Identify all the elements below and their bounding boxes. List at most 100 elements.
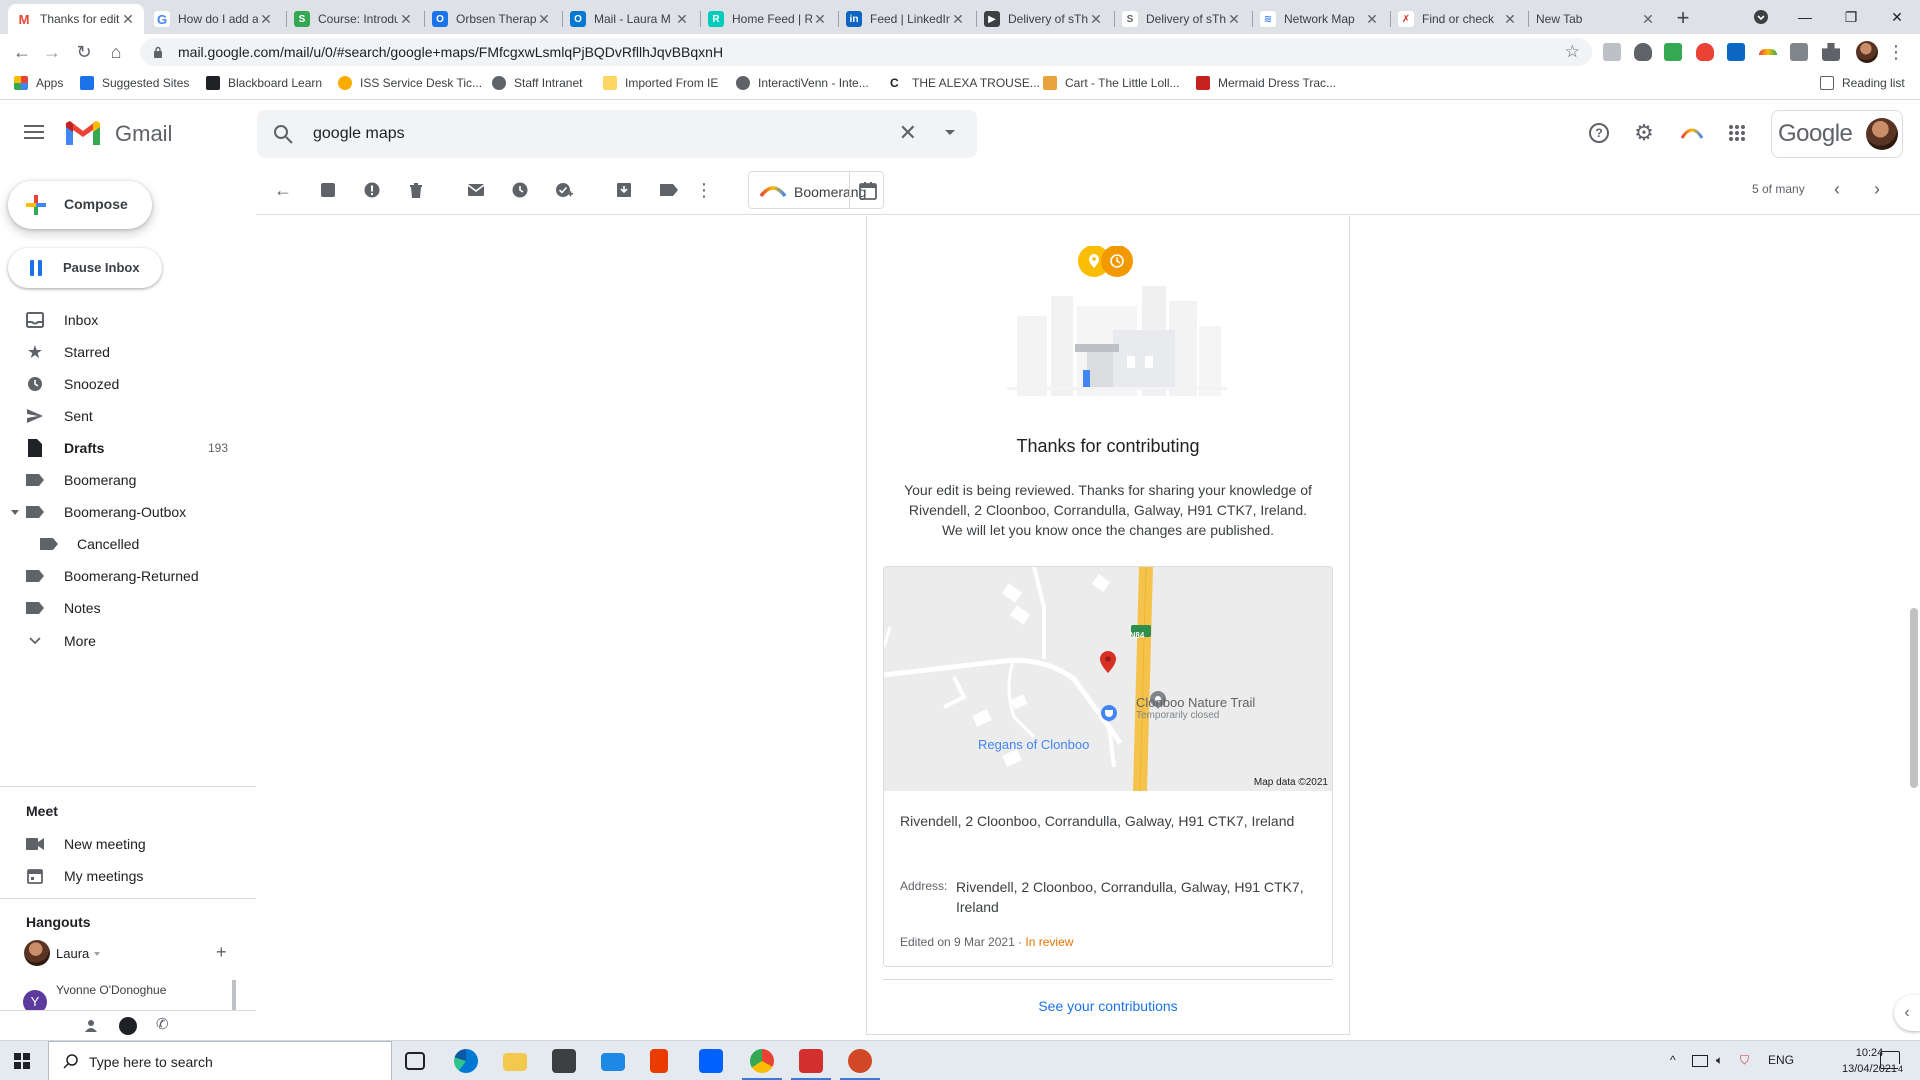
location-map[interactable]: N84 Clonboo Nature Trail Temporarily clo… xyxy=(884,567,1332,791)
search-options-icon[interactable] xyxy=(945,130,955,135)
bookmark-imported-from-ie[interactable]: Imported From IE xyxy=(603,76,718,90)
hangouts-contact[interactable]: Y Yvonne O'Donoghue xyxy=(20,980,236,1010)
my-meetings-link[interactable]: My meetings xyxy=(0,860,240,892)
bookmark-cart-little-lolly[interactable]: Cart - The Little Loll... xyxy=(1043,76,1180,90)
linkedin-extension-icon[interactable] xyxy=(1727,43,1745,61)
close-window-icon[interactable]: ✕ xyxy=(1874,0,1920,34)
mail-search-box[interactable]: google maps ✕ xyxy=(257,110,977,158)
reading-list-button[interactable]: Reading list xyxy=(1820,76,1905,90)
kebab-menu-icon[interactable]: ⋮ xyxy=(1884,40,1908,64)
help-icon[interactable]: ? xyxy=(1587,121,1611,145)
delete-trash-icon[interactable] xyxy=(405,179,427,201)
dropbox-icon[interactable] xyxy=(699,1049,723,1073)
pause-inbox-button[interactable]: Pause Inbox xyxy=(8,248,162,288)
snooze-clock-icon[interactable] xyxy=(509,179,531,201)
clear-search-icon[interactable]: ✕ xyxy=(899,120,917,146)
search-input[interactable]: google maps xyxy=(313,125,405,143)
close-tab-icon[interactable]: ✕ xyxy=(398,11,414,28)
tab-search-icon[interactable] xyxy=(1738,0,1784,34)
close-tab-icon[interactable]: ✕ xyxy=(120,11,136,28)
show-hidden-icons-chevron-icon[interactable]: ^ xyxy=(1670,1053,1676,1067)
microsoft-store-icon[interactable] xyxy=(552,1049,576,1073)
contacts-person-icon[interactable] xyxy=(84,1019,98,1036)
address-bar[interactable]: mail.google.com/mail/u/0/#search/google+… xyxy=(140,38,1592,66)
bookmark-apps[interactable]: Apps xyxy=(14,76,63,90)
settings-gear-icon[interactable]: ⚙ xyxy=(1632,120,1656,145)
boomerang-button[interactable]: Boomerang xyxy=(748,171,884,209)
bookmark-staff-intranet[interactable]: Staff Intranet xyxy=(492,76,583,90)
forward-arrow-icon[interactable]: → xyxy=(40,40,64,64)
browser-tab[interactable]: ✗ Find or check ✕ xyxy=(1390,4,1526,34)
close-tab-icon[interactable]: ✕ xyxy=(1088,11,1104,28)
close-tab-icon[interactable]: ✕ xyxy=(1226,11,1242,28)
edge-browser-icon[interactable] xyxy=(454,1049,478,1073)
boomerang-icon[interactable] xyxy=(1680,121,1704,145)
bookmark-suggested-sites[interactable]: Suggested Sites xyxy=(80,76,189,90)
expand-caret-icon[interactable] xyxy=(11,510,19,515)
main-menu-icon[interactable] xyxy=(22,121,46,145)
sidebar-item-cancelled[interactable]: Cancelled xyxy=(0,528,240,560)
adblock-extension-icon[interactable] xyxy=(1696,43,1714,61)
hangouts-chat-icon[interactable] xyxy=(119,1017,137,1035)
powerpoint-icon[interactable] xyxy=(848,1049,872,1073)
add-contact-icon[interactable]: + xyxy=(216,942,227,963)
browser-tab[interactable]: New Tab ✕ xyxy=(1528,4,1664,34)
phone-icon[interactable]: ✆ xyxy=(156,1015,169,1033)
sidebar-item-starred[interactable]: ★ Starred xyxy=(0,336,240,368)
close-tab-icon[interactable]: ✕ xyxy=(1502,11,1518,28)
minimize-icon[interactable]: — xyxy=(1782,0,1828,34)
boomerang-extension-icon[interactable] xyxy=(1759,49,1777,55)
browser-tab[interactable]: R Home Feed | R ✕ xyxy=(700,4,836,34)
puzzle-extensions-icon[interactable] xyxy=(1822,43,1840,61)
hangouts-user-status[interactable]: Laura + xyxy=(24,940,244,968)
home-icon[interactable]: ⌂ xyxy=(104,40,128,64)
windows-start-icon[interactable] xyxy=(14,1053,30,1069)
scrollbar-thumb[interactable] xyxy=(1910,608,1918,788)
antivirus-tray-icon[interactable]: ⛉ xyxy=(1740,1053,1749,1068)
sidebar-item-boomerang-returned[interactable]: Boomerang-Returned xyxy=(0,560,240,592)
archive-icon[interactable] xyxy=(317,179,339,201)
shield-extension-icon[interactable] xyxy=(1634,43,1652,61)
older-chevron-right-icon[interactable]: › xyxy=(1874,179,1880,200)
page-scrollbar[interactable] xyxy=(1908,216,1920,1040)
sidebar-item-more[interactable]: More xyxy=(0,625,240,657)
google-account-button[interactable]: Google xyxy=(1771,110,1903,158)
google-apps-grid-icon[interactable] xyxy=(1725,121,1749,145)
more-options-icon[interactable]: ⋮ xyxy=(693,179,715,201)
input-language[interactable]: ENG xyxy=(1768,1053,1794,1067)
mail-app-icon[interactable] xyxy=(601,1053,625,1071)
sidebar-item-boomerang[interactable]: Boomerang xyxy=(0,464,240,496)
browser-tab[interactable]: G How do I add a place ✕ xyxy=(146,4,282,34)
bookmark-alexa-trouser[interactable]: C THE ALEXA TROUSE... xyxy=(890,76,1040,90)
bookmark-mermaid-dress[interactable]: Mermaid Dress Trac... xyxy=(1196,76,1336,90)
browser-tab[interactable]: in Feed | LinkedIn ✕ xyxy=(838,4,974,34)
chrome-icon[interactable] xyxy=(750,1049,774,1073)
close-tab-icon[interactable]: ✕ xyxy=(950,11,966,28)
shield-extension-icon[interactable] xyxy=(1603,43,1621,61)
volume-icon[interactable]: 🔈︎ xyxy=(1716,1053,1723,1068)
close-tab-icon[interactable]: ✕ xyxy=(1364,11,1380,28)
back-to-search-icon[interactable]: ← xyxy=(272,179,294,201)
mark-unread-icon[interactable] xyxy=(465,179,487,201)
add-to-tasks-icon[interactable] xyxy=(553,179,575,201)
new-meeting-link[interactable]: New meeting xyxy=(0,828,240,860)
office-icon[interactable] xyxy=(650,1049,668,1073)
browser-tab[interactable]: M Thanks for editing ✕ xyxy=(8,4,144,34)
close-tab-icon[interactable]: ✕ xyxy=(536,11,552,28)
sidebar-item-notes[interactable]: Notes xyxy=(0,592,240,624)
restore-icon[interactable]: ❐ xyxy=(1828,0,1874,34)
network-icon[interactable] xyxy=(1692,1055,1708,1067)
bookmark-iss-service-desk[interactable]: ISS Service Desk Tic... xyxy=(338,76,482,90)
file-explorer-icon[interactable] xyxy=(503,1053,527,1071)
browser-tab[interactable]: S Delivery of sTh ✕ xyxy=(1114,4,1250,34)
bookmark-star-icon[interactable]: ☆ xyxy=(1565,42,1580,62)
sidebar-item-boomerang-outbox[interactable]: Boomerang-Outbox xyxy=(0,496,240,528)
close-tab-icon[interactable]: ✕ xyxy=(258,11,274,28)
bookmark-interactivenn[interactable]: InteractiVenn - Inte... xyxy=(736,76,869,90)
profile-avatar-icon[interactable] xyxy=(1856,41,1878,63)
extension-icon[interactable] xyxy=(1790,43,1808,61)
browser-tab[interactable]: S Course: Introduction ✕ xyxy=(286,4,422,34)
close-tab-icon[interactable]: ✕ xyxy=(674,11,690,28)
sidebar-item-inbox[interactable]: Inbox xyxy=(0,304,240,336)
acrobat-reader-icon[interactable] xyxy=(799,1049,823,1073)
